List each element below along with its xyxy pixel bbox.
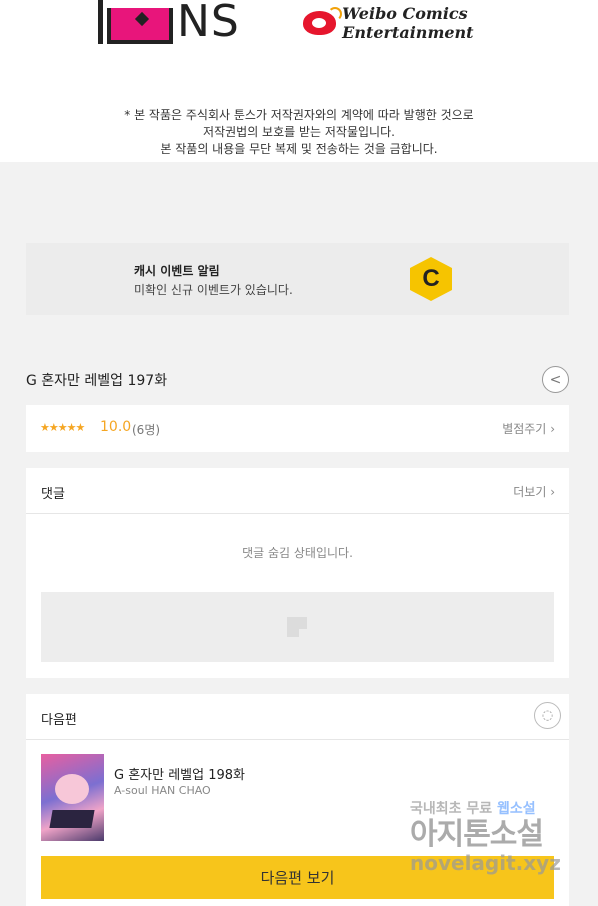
next-episode-author: A-soul HAN CHAO <box>114 784 211 797</box>
chevron-right-icon: › <box>550 422 555 436</box>
rating-score: 10.0 <box>100 419 132 435</box>
comments-title: 댓글 <box>41 487 65 502</box>
notification-bell-button[interactable]: ◌ <box>534 702 561 729</box>
bell-icon: ◌ <box>541 708 554 723</box>
toons-logo: NS <box>98 0 240 44</box>
comments-hidden-message: 댓글 숨김 상태입니다. <box>242 546 353 560</box>
rating-card: ★★★★★ 10.0 (6명) 별점주기 › <box>26 405 569 452</box>
watermark-line-2: 아지톤소설 <box>410 817 544 852</box>
next-episode-thumbnail[interactable] <box>41 754 104 841</box>
viewer-footer-area: NS Weibo Comics Entertainment * 본 작품은 주식… <box>0 0 598 162</box>
weibo-comics-logo: Weibo Comics Entertainment <box>303 4 598 42</box>
share-icon: < <box>549 371 562 388</box>
notice-line-2: 저작권법의 보호를 받는 저작물입니다. <box>203 125 395 139</box>
toons-logo-text: NS <box>177 0 240 47</box>
weibo-icon <box>303 7 343 35</box>
rate-button[interactable]: 별점주기 › <box>502 420 555 437</box>
rating-stars: ★★★★★ <box>40 421 85 434</box>
watermark-line-3: novelagit.xyz <box>410 851 561 875</box>
weibo-logo-text: Weibo Comics Entertainment <box>342 4 474 42</box>
copyright-notice: * 본 작품은 주식회사 툰스가 저작권자와의 계약에 따라 발행한 것으로 저… <box>0 107 598 158</box>
comments-header: 댓글 더보기 › <box>26 468 569 514</box>
site-watermark: 국내최초 무료 웹소설 아지톤소설 novelagit.xyz <box>410 798 578 874</box>
comments-more-link[interactable]: 더보기 › <box>513 483 555 500</box>
notice-line-3: 본 작품의 내용을 무단 복제 및 전송하는 것을 금합니다. <box>160 142 438 156</box>
next-episode-section-title: 다음편 <box>41 713 77 728</box>
cash-coin-icon: C <box>410 257 452 301</box>
cash-event-title: 캐시 이벤트 알림 <box>134 264 220 278</box>
watermark-line-1: 국내최초 무료 웹소설 <box>410 801 536 817</box>
cash-event-banner[interactable]: 캐시 이벤트 알림 미확인 신규 이벤트가 있습니다. C <box>26 243 569 315</box>
episode-title: G 혼자만 레벨업 197화 <box>26 373 168 389</box>
share-button[interactable]: < <box>542 366 569 393</box>
rating-count: (6명) <box>132 423 161 437</box>
next-episode-header: 다음편 ◌ <box>26 694 569 740</box>
cash-event-subtitle: 미확인 신규 이벤트가 있습니다. <box>134 283 293 297</box>
ad-placeholder[interactable] <box>41 592 554 662</box>
notice-line-1: * 본 작품은 주식회사 툰스가 저작권자와의 계약에 따라 발행한 것으로 <box>124 108 474 122</box>
comments-card: 댓글 더보기 › 댓글 숨김 상태입니다. <box>26 468 569 678</box>
next-episode-title[interactable]: G 혼자만 레벨업 198화 <box>114 764 245 783</box>
image-placeholder-icon <box>287 617 307 637</box>
chevron-right-icon: › <box>550 485 555 499</box>
